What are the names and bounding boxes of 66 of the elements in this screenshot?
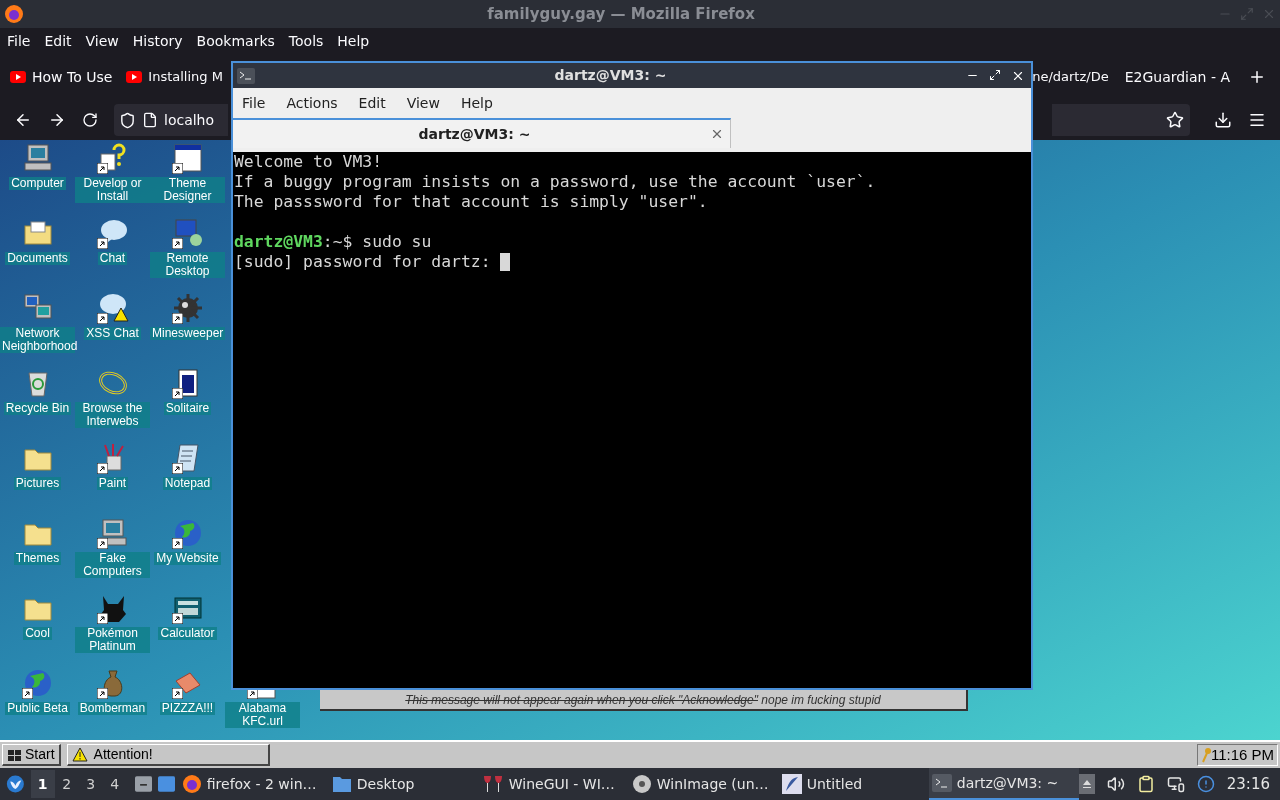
task-button[interactable]: Desktop	[328, 768, 479, 800]
menu-item[interactable]: Tools	[288, 30, 324, 52]
workspace-button[interactable]: 3	[78, 770, 103, 798]
desktop-icon-label[interactable]: PIZZZA!!!	[159, 702, 216, 715]
terminal-line: If a buggy program insists on a password, use the account `user`.	[234, 172, 877, 192]
browser-tab[interactable]: E2Guardian - A	[1122, 66, 1232, 88]
desktop-icon-label[interactable]: Calculator	[158, 627, 217, 640]
prompt-user: dartz@VM3	[234, 232, 323, 252]
menu-item[interactable]: File	[242, 92, 266, 114]
task-button[interactable]: Untitled	[778, 768, 929, 800]
browser-tab[interactable]: How To Use	[8, 66, 115, 88]
menu-item[interactable]: View	[85, 30, 119, 52]
menu-item[interactable]: Edit	[358, 92, 386, 114]
menu-item[interactable]: Bookmarks	[196, 30, 275, 52]
desktop-icon-label[interactable]: Network Neighborhood	[0, 327, 75, 353]
desktop-icon-label[interactable]: Documents	[5, 252, 70, 265]
desktop-icon-label[interactable]: Pokémon Platinum	[75, 627, 150, 653]
window-title: dartz@VM3: ~	[553, 66, 668, 85]
clock-text: 23:16	[1226, 773, 1270, 795]
menu-item[interactable]: Help	[337, 30, 370, 52]
desktop-icon-label[interactable]: Pictures	[13, 477, 62, 490]
menu-item[interactable]: Edit	[44, 30, 72, 52]
desktop-icon-label[interactable]: XSS Chat	[84, 327, 141, 340]
desktop-icon-label[interactable]: Alabama KFC.url	[225, 702, 300, 728]
desktop-icon-label[interactable]: Public Beta	[5, 702, 70, 715]
desktop-icon-label[interactable]: Computer	[9, 177, 66, 190]
desktop-icon-label[interactable]: Browse the Interwebs	[75, 402, 150, 428]
desktop-icon-label[interactable]: Theme Designer	[150, 177, 225, 203]
taskbar-button[interactable]: Attention!	[66, 744, 270, 766]
terminal-tab[interactable]: dartz@VM3: ~	[233, 118, 731, 148]
task-button[interactable]: WinImage (un…	[628, 768, 779, 800]
workspace-button[interactable]: 4	[102, 770, 127, 798]
message-text: This message will not appear again when you click "Acknowledge" nope im fucking stupid	[405, 691, 881, 709]
terminal-line: [sudo] password for dartz:	[234, 252, 492, 272]
clock-text: 11:16 PM	[1210, 744, 1274, 765]
task-button[interactable]: WineGUI - WI…	[478, 768, 629, 800]
desktop-icon-label[interactable]: Chat	[97, 252, 128, 265]
task-button[interactable]: firefox - 2 win…	[178, 768, 329, 800]
menu-item[interactable]: File	[7, 30, 31, 52]
desktop-icon-label[interactable]: Develop or Install	[75, 177, 150, 203]
workspace-button[interactable]: 1	[30, 770, 55, 798]
task-button[interactable]: dartz@VM3: ~	[928, 768, 1079, 800]
desktop-icon-label[interactable]: Solitaire	[163, 402, 212, 415]
address-bar[interactable]: localho	[114, 104, 228, 136]
window-title: familyguy.gay — Mozilla Firefox	[486, 3, 756, 25]
terminal-command: :~$ sudo su	[322, 232, 432, 252]
browser-tab[interactable]: Installing M	[124, 67, 225, 87]
terminal-line: The passsword for that account is simply "user".	[234, 192, 709, 212]
desktop-icon-label[interactable]: Bomberman	[77, 702, 148, 715]
start-button[interactable]: Start	[2, 744, 61, 766]
desktop-icon-label[interactable]: Recycle Bin	[3, 402, 72, 415]
desktop-icon-label[interactable]: Cool	[23, 627, 52, 640]
desktop-icon-label[interactable]: Minesweeper	[150, 327, 225, 340]
workspace-button[interactable]: 2	[54, 770, 79, 798]
desktop-icon-label[interactable]: Themes	[13, 552, 62, 565]
browser-tab[interactable]: ne/dartz/De	[1030, 67, 1111, 87]
desktop-icon-label[interactable]: Remote Desktop	[150, 252, 225, 278]
menu-item[interactable]: History	[132, 30, 183, 52]
desktop-icon-label[interactable]: My Website	[154, 552, 221, 565]
desktop-icon-label[interactable]: Paint	[96, 477, 129, 490]
menu-item[interactable]: Help	[460, 92, 493, 114]
menu-item[interactable]: Actions	[286, 92, 338, 114]
desktop-icon-label[interactable]: Notepad	[162, 477, 213, 490]
menu-item[interactable]: View	[406, 92, 440, 114]
desktop-icon-label[interactable]: Fake Computers	[75, 552, 150, 578]
terminal-line: Welcome to VM3!	[234, 152, 384, 172]
